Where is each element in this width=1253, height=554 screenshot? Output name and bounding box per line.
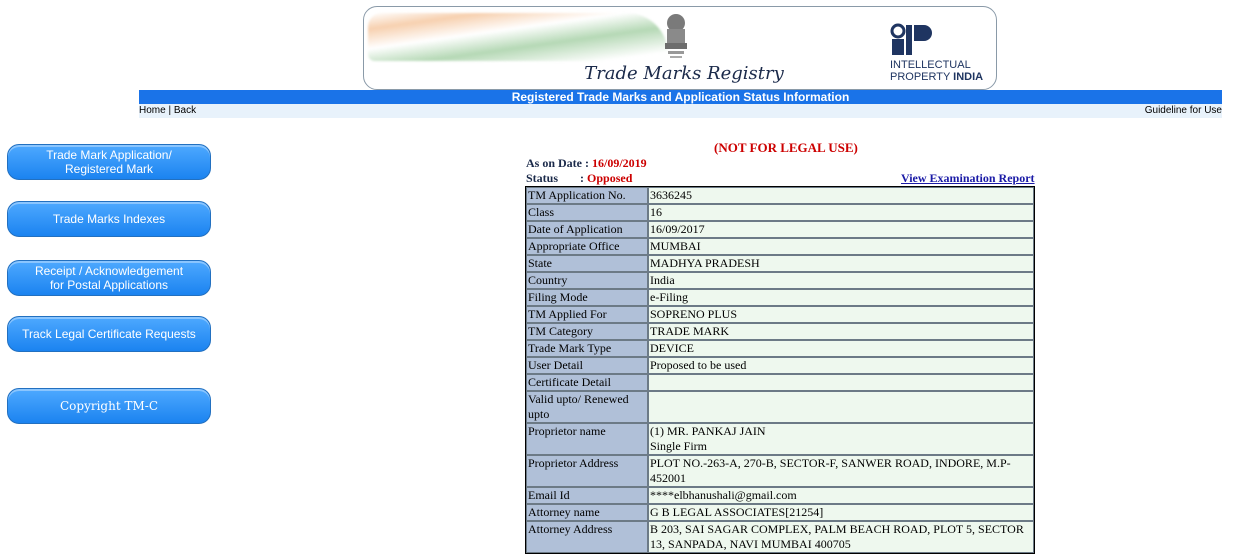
application-details-table: TM Application No. 3636245 Class 16 Date of …	[525, 186, 1035, 554]
detail-label: Filing Mode	[526, 289, 648, 306]
tricolor-flag-graphic	[368, 13, 668, 61]
detail-label: Email Id	[526, 487, 648, 504]
table-row: TM Application No. 3636245	[526, 187, 1034, 204]
detail-value: Proposed to be used	[648, 357, 1034, 374]
table-row: Proprietor name (1) MR. PANKAJ JAIN Singl…	[526, 423, 1034, 455]
detail-value	[648, 374, 1034, 391]
detail-label: Valid upto/ Renewed upto	[526, 391, 648, 423]
tm-application-button[interactable]: Trade Mark Application/ Registered Mark	[7, 144, 211, 180]
table-row: State MADHYA PRADESH	[526, 255, 1034, 272]
detail-label: TM Category	[526, 323, 648, 340]
table-row: User Detail Proposed to be used	[526, 357, 1034, 374]
detail-value: PLOT NO.-263-A, 270-B, SECTOR-F, SANWER …	[648, 455, 1034, 487]
table-row: Class 16	[526, 204, 1034, 221]
detail-label: TM Applied For	[526, 306, 648, 323]
national-emblem-icon	[665, 14, 687, 58]
detail-label: TM Application No.	[526, 187, 648, 204]
detail-value	[648, 391, 1034, 423]
detail-value: 16	[648, 204, 1034, 221]
table-row: Certificate Detail	[526, 374, 1034, 391]
ip-india-line2-bold: INDIA	[953, 71, 984, 83]
track-legal-certificate-button[interactable]: Track Legal Certificate Requests	[7, 316, 211, 352]
detail-value: B 203, SAI SAGAR COMPLEX, PALM BEACH ROA…	[648, 521, 1034, 553]
table-row: TM Category TRADE MARK	[526, 323, 1034, 340]
detail-label: Proprietor Address	[526, 455, 648, 487]
nav-left: Home | Back	[139, 104, 196, 118]
status-label: Status	[526, 171, 559, 185]
detail-value: G B LEGAL ASSOCIATES[21254]	[648, 504, 1034, 521]
table-row: Trade Mark Type DEVICE	[526, 340, 1034, 357]
detail-value: India	[648, 272, 1034, 289]
page-title-bar: Registered Trade Marks and Application S…	[139, 90, 1222, 104]
table-row: Attorney name G B LEGAL ASSOCIATES[21254]	[526, 504, 1034, 521]
nav-bar: Home | Back Guideline for Use	[139, 104, 1222, 118]
registry-title: Trade Marks Registry	[584, 63, 784, 84]
detail-value: 3636245	[648, 187, 1034, 204]
detail-label: State	[526, 255, 648, 272]
detail-label: Date of Application	[526, 221, 648, 238]
status-value: Opposed	[587, 171, 633, 185]
detail-label: Country	[526, 272, 648, 289]
nav-separator: |	[165, 105, 174, 116]
detail-label: User Detail	[526, 357, 648, 374]
header-banner: Trade Marks Registry INTELLECTUAL PROPER…	[363, 6, 997, 90]
table-row: Proprietor Address PLOT NO.-263-A, 270-B,…	[526, 455, 1034, 487]
as-on-date-value: 16/09/2019	[592, 156, 647, 170]
tm-indexes-button[interactable]: Trade Marks Indexes	[7, 201, 211, 237]
guideline-link[interactable]: Guideline for Use	[1145, 105, 1222, 116]
detail-label: Trade Mark Type	[526, 340, 648, 357]
detail-label: Attorney Address	[526, 521, 648, 553]
detail-label: Attorney name	[526, 504, 648, 521]
detail-value: MUMBAI	[648, 238, 1034, 255]
detail-label: Appropriate Office	[526, 238, 648, 255]
detail-label: Proprietor name	[526, 423, 648, 455]
detail-value: ****elbhanushali@gmail.com	[648, 487, 1034, 504]
view-examination-report-link[interactable]: View Examination Report	[901, 171, 1035, 186]
table-row: Date of Application 16/09/2017	[526, 221, 1034, 238]
table-row: Valid upto/ Renewed upto	[526, 391, 1034, 423]
table-row: Email Id ****elbhanushali@gmail.com	[526, 487, 1034, 504]
detail-value: SOPRENO PLUS	[648, 306, 1034, 323]
home-link[interactable]: Home	[139, 105, 166, 116]
detail-value: MADHYA PRADESH	[648, 255, 1034, 272]
status-line: Status: Opposed	[526, 171, 632, 186]
status-colon: :	[580, 171, 588, 185]
table-row: Attorney Address B 203, SAI SAGAR COMPLEX…	[526, 521, 1034, 553]
ip-india-text: INTELLECTUAL PROPERTY INDIA	[890, 59, 983, 83]
table-row: Country India	[526, 272, 1034, 289]
detail-value: e-Filing	[648, 289, 1034, 306]
detail-value: DEVICE	[648, 340, 1034, 357]
ip-india-line1: INTELLECTUAL	[890, 59, 971, 71]
nav-right: Guideline for Use	[1145, 104, 1222, 118]
detail-label: Class	[526, 204, 648, 221]
as-on-date-label: As on Date :	[526, 156, 592, 170]
copyright-tmc-button[interactable]: Copyright TM-C	[7, 388, 211, 424]
table-row: TM Applied For SOPRENO PLUS	[526, 306, 1034, 323]
table-row: Filing Mode e-Filing	[526, 289, 1034, 306]
ip-india-logo-icon	[890, 23, 932, 55]
detail-value: (1) MR. PANKAJ JAIN Single Firm	[648, 423, 1034, 455]
detail-label: Certificate Detail	[526, 374, 648, 391]
not-for-legal-use-notice: (NOT FOR LEGAL USE)	[714, 140, 858, 155]
receipt-acknowledgement-button[interactable]: Receipt / Acknowledgement for Postal App…	[7, 260, 211, 296]
detail-value: 16/09/2017	[648, 221, 1034, 238]
ip-india-line2-prefix: PROPERTY	[890, 71, 954, 83]
detail-value: TRADE MARK	[648, 323, 1034, 340]
as-on-date: As on Date : 16/09/2019	[526, 156, 647, 171]
back-link[interactable]: Back	[174, 105, 196, 116]
table-row: Appropriate Office MUMBAI	[526, 238, 1034, 255]
